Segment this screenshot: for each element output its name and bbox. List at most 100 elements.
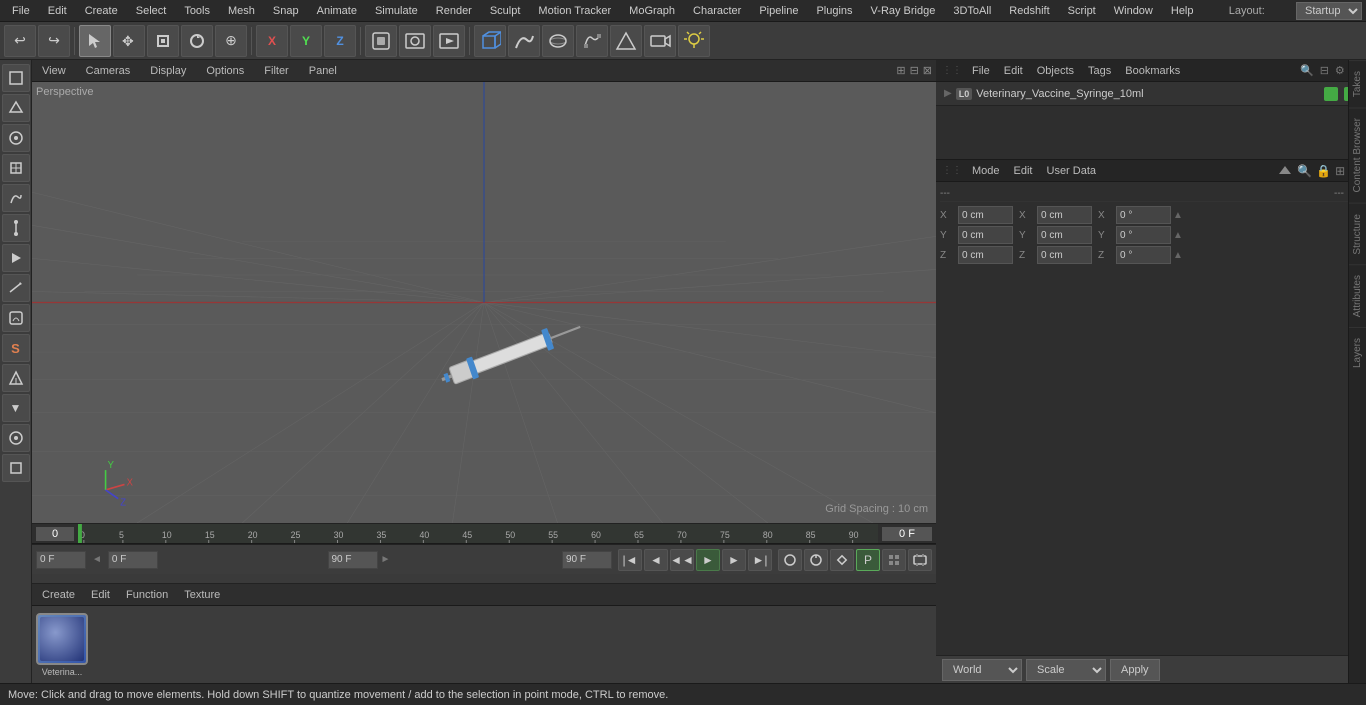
mat-texture-button[interactable]: Texture [180, 587, 224, 603]
attr-expand-icon[interactable]: ⊞ [1335, 164, 1345, 178]
spline-button[interactable] [508, 25, 540, 57]
record-button[interactable] [778, 549, 802, 571]
viewport-menu-display[interactable]: Display [144, 63, 192, 79]
next-frame-button[interactable]: ► [722, 549, 746, 571]
menu-character[interactable]: Character [685, 3, 749, 19]
menu-edit[interactable]: Edit [40, 3, 75, 19]
start-frame-input[interactable] [36, 551, 86, 569]
sidebar-snap-button[interactable] [2, 364, 30, 392]
z-axis-button[interactable]: Z [324, 25, 356, 57]
menu-select[interactable]: Select [128, 3, 175, 19]
menu-file[interactable]: File [4, 3, 38, 19]
settings-icon[interactable]: ⊠ [923, 64, 932, 77]
sidebar-uv-button[interactable] [2, 154, 30, 182]
camera-button[interactable] [644, 25, 676, 57]
nurbs-button[interactable] [542, 25, 574, 57]
rotate-tool-button[interactable] [181, 25, 213, 57]
sidebar-mesh-button[interactable] [2, 94, 30, 122]
layers-tab[interactable]: Layers [1349, 327, 1366, 378]
sidebar-material-button[interactable] [2, 304, 30, 332]
viewport-menu-panel[interactable]: Panel [303, 63, 343, 79]
sidebar-arrow-button[interactable]: ▼ [2, 394, 30, 422]
object-mode-button[interactable] [365, 25, 397, 57]
menu-mesh[interactable]: Mesh [220, 3, 263, 19]
menu-pipeline[interactable]: Pipeline [751, 3, 806, 19]
sidebar-sculpt-button[interactable] [2, 184, 30, 212]
obj-bookmarks-button[interactable]: Bookmarks [1121, 63, 1184, 79]
x-rot-input[interactable] [1116, 206, 1171, 224]
attr-userdata-button[interactable]: User Data [1043, 163, 1101, 179]
material-item[interactable]: Veterina... [36, 613, 88, 677]
attr-mode-button[interactable]: Mode [968, 163, 1004, 179]
takes-tab[interactable]: Takes [1349, 60, 1366, 107]
menu-render[interactable]: Render [428, 3, 480, 19]
scale-tool-button[interactable] [147, 25, 179, 57]
menu-simulate[interactable]: Simulate [367, 3, 426, 19]
menu-help[interactable]: Help [1163, 3, 1202, 19]
viewport-menu-filter[interactable]: Filter [258, 63, 294, 79]
play-button[interactable]: ► [696, 549, 720, 571]
y-size-input[interactable] [1037, 226, 1092, 244]
end-frame-input[interactable] [562, 551, 612, 569]
sidebar-edit-button[interactable] [2, 274, 30, 302]
menu-plugins[interactable]: Plugins [808, 3, 860, 19]
attr-search-icon[interactable]: 🔍 [1297, 164, 1312, 178]
object-item[interactable]: ▶ L0 Veterinary_Vaccine_Syringe_10ml [936, 82, 1366, 106]
sidebar-anim-button[interactable] [2, 244, 30, 272]
x-pos-input[interactable] [958, 206, 1013, 224]
redo-button[interactable]: ↪ [38, 25, 70, 57]
layout-select[interactable]: Startup [1296, 2, 1362, 20]
render-button[interactable] [433, 25, 465, 57]
viewport-menu-options[interactable]: Options [200, 63, 250, 79]
go-start-button[interactable]: |◄ [618, 549, 642, 571]
menu-vray[interactable]: V-Ray Bridge [863, 3, 944, 19]
timeline-ruler[interactable]: 0 5 10 15 20 25 30 [32, 524, 936, 544]
obj-file-button[interactable]: File [968, 63, 994, 79]
menu-redshift[interactable]: Redshift [1001, 3, 1057, 19]
sidebar-rigging-button[interactable] [2, 214, 30, 242]
obj-objects-button[interactable]: Objects [1033, 63, 1078, 79]
filter-icon[interactable]: ⊟ [1320, 64, 1329, 77]
apply-button[interactable]: Apply [1110, 659, 1160, 681]
attributes-tab[interactable]: Attributes [1349, 264, 1366, 327]
x-size-input[interactable] [1037, 206, 1092, 224]
obj-expand-icon[interactable]: ▶ [944, 88, 952, 99]
environment-button[interactable] [610, 25, 642, 57]
preview-end-input[interactable] [328, 551, 378, 569]
mat-edit-button[interactable]: Edit [87, 587, 114, 603]
move-tool-button[interactable]: ✥ [113, 25, 145, 57]
grid-button[interactable] [882, 549, 906, 571]
menu-motion-tracker[interactable]: Motion Tracker [530, 3, 619, 19]
viewport[interactable]: X Y Z Perspective Grid Spacing : 10 cm [32, 82, 936, 523]
menu-mograph[interactable]: MoGraph [621, 3, 683, 19]
attr-lock-icon[interactable]: 🔒 [1316, 164, 1331, 178]
menu-snap[interactable]: Snap [265, 3, 307, 19]
preview-button[interactable]: P [856, 549, 880, 571]
menu-create[interactable]: Create [77, 3, 126, 19]
y-pos-input[interactable] [958, 226, 1013, 244]
menu-window[interactable]: Window [1106, 3, 1161, 19]
attr-arrow-up-icon[interactable] [1277, 163, 1293, 179]
light-button[interactable] [678, 25, 710, 57]
loop-button[interactable] [804, 549, 828, 571]
menu-tools[interactable]: Tools [176, 3, 218, 19]
current-frame-input[interactable] [36, 527, 74, 541]
transform-tool-button[interactable]: ⊕ [215, 25, 247, 57]
content-browser-tab[interactable]: Content Browser [1349, 107, 1366, 202]
preview-start-input[interactable] [108, 551, 158, 569]
obj-tags-button[interactable]: Tags [1084, 63, 1115, 79]
x-axis-button[interactable]: X [256, 25, 288, 57]
mat-function-button[interactable]: Function [122, 587, 172, 603]
cube-button[interactable] [474, 25, 506, 57]
search-icon[interactable]: 🔍 [1300, 64, 1314, 77]
deformer-button[interactable] [576, 25, 608, 57]
sidebar-model-button[interactable] [2, 64, 30, 92]
viewport-menu-cameras[interactable]: Cameras [80, 63, 137, 79]
menu-animate[interactable]: Animate [309, 3, 365, 19]
menu-sculpt[interactable]: Sculpt [482, 3, 529, 19]
obj-edit-button[interactable]: Edit [1000, 63, 1027, 79]
z-rot-input[interactable] [1116, 246, 1171, 264]
keyframe-button[interactable] [830, 549, 854, 571]
prev-frame-button[interactable]: ◄ [644, 549, 668, 571]
sidebar-render-button[interactable]: S [2, 334, 30, 362]
